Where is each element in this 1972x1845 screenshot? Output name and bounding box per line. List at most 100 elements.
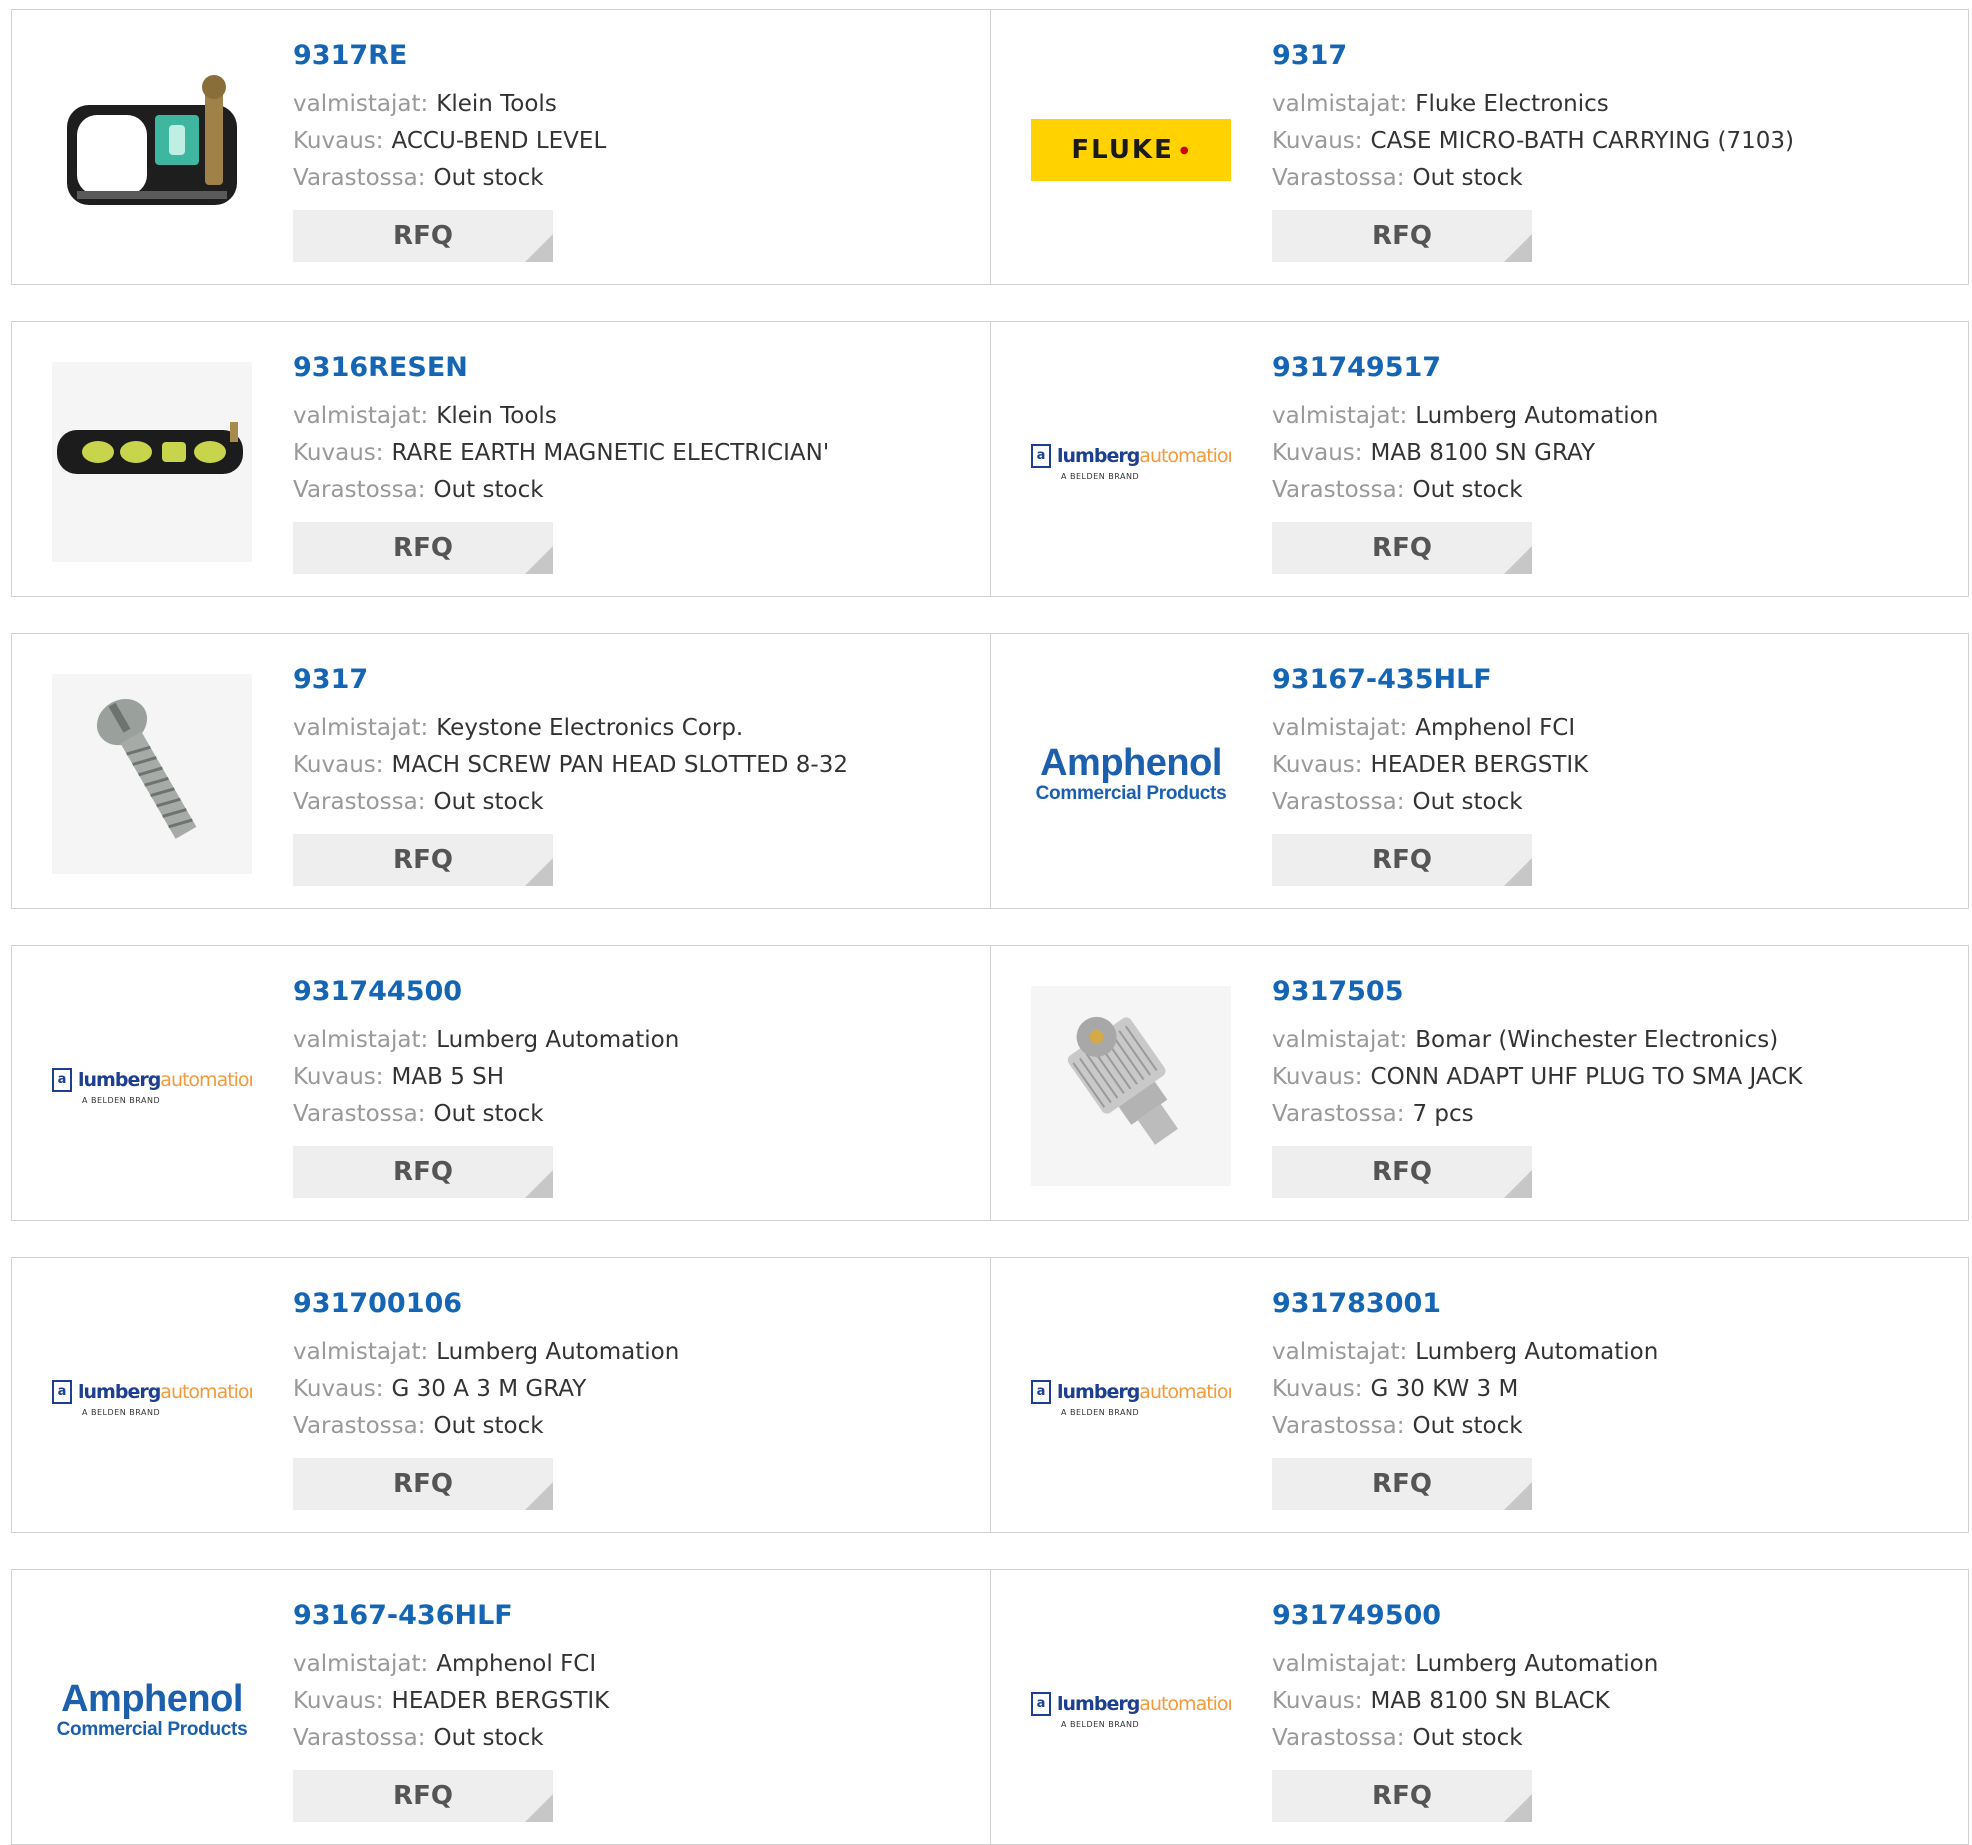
part-number-link[interactable]: 931749500 [1272,1598,1958,1634]
rfq-button[interactable]: RFQ [293,1770,553,1822]
lumberg-logo: a lumberg automation A BELDEN BRAND [1031,1379,1231,1417]
rfq-button[interactable]: RFQ [293,210,553,262]
lumberg-mark-icon: a [52,1067,72,1092]
button-corner-decoration [1504,1482,1532,1510]
lumberg-logo-subtitle: A BELDEN BRAND [1061,471,1140,481]
rfq-button-label: RFQ [1372,533,1432,563]
product-card: FLUKE ● 9317 valmistajat: Fluke Electronic… [990,10,1968,284]
rfq-button[interactable]: RFQ [293,834,553,886]
manufacturer-label: valmistajat: [1272,403,1408,429]
product-thumbnail[interactable] [52,50,252,250]
stock-line: Varastossa: Out stock [1272,160,1958,197]
part-number-link[interactable]: 9317 [1272,38,1958,74]
part-number-link[interactable]: 93167-436HLF [293,1598,980,1634]
stock-line: Varastossa: Out stock [293,1720,980,1757]
stock-label: Varastossa: [1272,477,1405,503]
lumberg-logo-text-b: automation [1139,1380,1231,1403]
stock-value: Out stock [1412,789,1523,815]
rfq-button[interactable]: RFQ [1272,522,1532,574]
product-thumbnail[interactable]: Amphenol Commercial Products [1031,674,1231,874]
fluke-logo-text: FLUKE [1071,135,1174,165]
stock-value: Out stock [433,1413,544,1439]
description-label: Kuvaus: [1272,128,1363,154]
rfq-button[interactable]: RFQ [1272,1146,1532,1198]
rfq-button[interactable]: RFQ [1272,210,1532,262]
rfq-button[interactable]: RFQ [1272,1458,1532,1510]
rfq-button-label: RFQ [393,1157,453,1187]
lumberg-logo-text-a: lumberg [1057,444,1140,467]
lumberg-mark-icon: a [1031,443,1051,468]
description-line: Kuvaus: MACH SCREW PAN HEAD SLOTTED 8-32 [293,747,980,784]
rfq-button-label: RFQ [393,1781,453,1811]
rfq-button[interactable]: RFQ [1272,1770,1532,1822]
part-number-link[interactable]: 931744500 [293,974,980,1010]
stock-label: Varastossa: [293,165,426,191]
part-number-link[interactable]: 9317505 [1272,974,1958,1010]
manufacturer-line: valmistajat: Bomar (Winchester Electronic… [1272,1022,1958,1059]
lumberg-logo-text-a: lumberg [78,1380,161,1403]
rfq-button-label: RFQ [1372,845,1432,875]
button-corner-decoration [525,1482,553,1510]
description-value: HEADER BERGSTIK [391,1688,610,1714]
button-corner-decoration [525,546,553,574]
part-number-link[interactable]: 931749517 [1272,350,1958,386]
product-card: 9317 valmistajat: Keystone Electronics Co… [12,634,990,908]
rfq-button[interactable]: RFQ [293,1146,553,1198]
rfq-button[interactable]: RFQ [293,522,553,574]
lumberg-logo-text-a: lumberg [1057,1380,1140,1403]
manufacturer-line: valmistajat: Keystone Electronics Corp. [293,710,980,747]
manufacturer-label: valmistajat: [1272,1651,1408,1677]
manufacturer-line: valmistajat: Klein Tools [293,86,980,123]
manufacturer-line: valmistajat: Fluke Electronics [1272,86,1958,123]
stock-label: Varastossa: [1272,1101,1405,1127]
rfq-button-label: RFQ [393,533,453,563]
description-label: Kuvaus: [1272,440,1363,466]
part-number-link[interactable]: 93167-435HLF [1272,662,1958,698]
manufacturer-label: valmistajat: [1272,1339,1408,1365]
product-row: Amphenol Commercial Products 93167-436HL… [11,1569,1969,1845]
product-row: 9317 valmistajat: Keystone Electronics Co… [11,633,1969,909]
rfq-button-label: RFQ [1372,1469,1432,1499]
stock-line: Varastossa: Out stock [293,784,980,821]
product-row: 9316RESEN valmistajat: Klein Tools Kuvaus… [11,321,1969,597]
description-value: CASE MICRO-BATH CARRYING (7103) [1370,128,1794,154]
manufacturer-label: valmistajat: [293,1339,429,1365]
product-card: a lumberg automation A BELDEN BRAND 93174… [12,946,990,1220]
product-card: a lumberg automation A BELDEN BRAND 93174… [990,322,1968,596]
part-number-link[interactable]: 931783001 [1272,1286,1958,1322]
description-label: Kuvaus: [293,752,384,778]
stock-line: Varastossa: Out stock [293,472,980,509]
product-thumbnail[interactable]: FLUKE ● [1031,50,1231,250]
description-line: Kuvaus: MAB 8100 SN BLACK [1272,1683,1958,1720]
description-label: Kuvaus: [1272,1376,1363,1402]
stock-value: Out stock [1412,477,1523,503]
part-number-link[interactable]: 931700106 [293,1286,980,1322]
manufacturer-line: valmistajat: Amphenol FCI [1272,710,1958,747]
stock-value: Out stock [1412,1725,1523,1751]
rfq-button[interactable]: RFQ [293,1458,553,1510]
description-value: MAB 8100 SN GRAY [1370,440,1596,466]
product-thumbnail[interactable]: a lumberg automation A BELDEN BRAND [1031,1298,1231,1498]
product-thumbnail[interactable]: a lumberg automation A BELDEN BRAND [52,1298,252,1498]
product-thumbnail[interactable] [52,674,252,874]
product-thumbnail[interactable]: Amphenol Commercial Products [52,1610,252,1810]
manufacturer-label: valmistajat: [293,91,429,117]
product-thumbnail[interactable]: a lumberg automation A BELDEN BRAND [1031,362,1231,562]
product-thumbnail[interactable]: a lumberg automation A BELDEN BRAND [1031,1610,1231,1810]
part-number-link[interactable]: 9317 [293,662,980,698]
product-grid: 9317RE valmistajat: Klein Tools Kuvaus: AC… [11,9,1969,1845]
description-value: G 30 KW 3 M [1370,1376,1519,1402]
stock-line: Varastossa: Out stock [293,1096,980,1133]
part-number-link[interactable]: 9317RE [293,38,980,74]
button-corner-decoration [525,234,553,262]
product-card: a lumberg automation A BELDEN BRAND 93178… [990,1258,1968,1532]
button-corner-decoration [1504,1794,1532,1822]
lumberg-mark-icon: a [1031,1379,1051,1404]
rfq-button[interactable]: RFQ [1272,834,1532,886]
manufacturer-label: valmistajat: [1272,715,1408,741]
product-card: Amphenol Commercial Products 93167-436HL… [12,1570,990,1844]
product-thumbnail[interactable] [1031,986,1231,1186]
part-number-link[interactable]: 9316RESEN [293,350,980,386]
product-thumbnail[interactable] [52,362,252,562]
product-thumbnail[interactable]: a lumberg automation A BELDEN BRAND [52,986,252,1186]
